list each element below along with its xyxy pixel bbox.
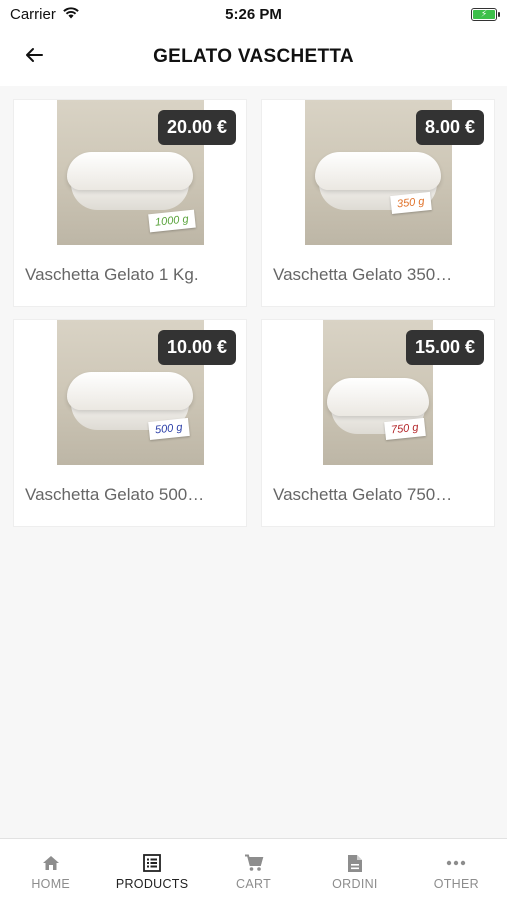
tab-ordini[interactable]: ORDINI [304,839,405,900]
list-icon [142,853,162,873]
tab-label: CART [236,877,272,891]
product-title: Vaschetta Gelato 750… [273,485,453,504]
price-badge: 10.00 € [157,330,236,365]
battery-icon: ⚡ [471,7,500,21]
product-card[interactable]: 500 g 10.00 € Vaschetta Gelato 500… [14,320,246,526]
status-bar: Carrier 5:26 PM ⚡ [0,0,507,28]
weight-tag: 500 g [148,417,190,441]
arrow-left-icon [25,47,43,68]
page-title: GELATO VASCHETTA [153,46,354,67]
carrier-label: Carrier [10,5,56,23]
status-left: Carrier [10,6,80,23]
price-badge: 8.00 € [415,110,484,145]
product-title: Vaschetta Gelato 350… [273,265,453,284]
tab-label: ORDINI [332,877,378,891]
tab-cart[interactable]: CART [203,839,304,900]
back-button[interactable] [20,43,48,71]
product-title: Vaschetta Gelato 1 Kg. [25,265,199,284]
product-grid: 1000 g 20.00 € Vaschetta Gelato 1 Kg. 35… [14,100,494,526]
home-icon [41,853,61,873]
tab-home[interactable]: HOME [0,839,101,900]
tab-label: PRODUCTS [115,877,189,891]
tab-other[interactable]: OTHER [406,839,507,900]
tab-bar: HOME PRODUCTS CART ORDINI OTHER [0,838,507,900]
weight-tag: 1000 g [148,209,196,233]
product-card[interactable]: 750 g 15.00 € Vaschetta Gelato 750… [262,320,494,526]
more-icon [446,853,466,873]
weight-tag: 750 g [384,417,426,441]
weight-tag: 350 g [390,191,432,215]
tab-products[interactable]: PRODUCTS [101,839,202,900]
product-card[interactable]: 350 g 8.00 € Vaschetta Gelato 350… [262,100,494,306]
cart-icon [244,853,264,873]
product-title: Vaschetta Gelato 500… [25,485,205,504]
nav-header: GELATO VASCHETTA [0,28,507,86]
price-badge: 15.00 € [405,330,484,365]
tab-label: OTHER [433,877,479,891]
tab-label: HOME [31,877,71,891]
product-card[interactable]: 1000 g 20.00 € Vaschetta Gelato 1 Kg. [14,100,246,306]
document-icon [345,853,365,873]
wifi-icon [62,6,80,23]
price-badge: 20.00 € [157,110,236,145]
